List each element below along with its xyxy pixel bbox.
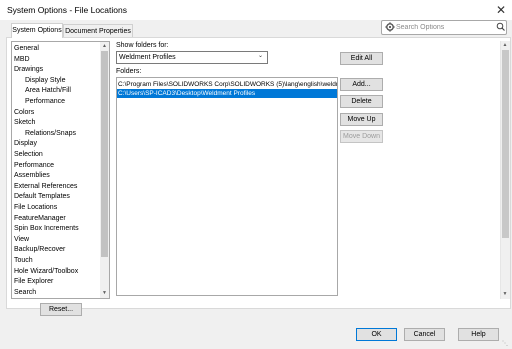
tree-item-area-hatch-fill[interactable]: Area Hatch/Fill [25, 86, 71, 96]
tree-item-search[interactable]: Search [14, 288, 36, 298]
tab-document-properties[interactable]: Document Properties [63, 24, 133, 38]
close-icon[interactable]: ✕ [493, 2, 509, 18]
tree-item-performance[interactable]: Performance [14, 161, 54, 171]
gear-icon[interactable] [385, 22, 395, 32]
tree-item-relations-snaps[interactable]: Relations/Snaps [25, 129, 76, 139]
tree-item-display[interactable]: Display [14, 139, 37, 149]
search-icon[interactable] [496, 21, 506, 33]
tree-item-touch[interactable]: Touch [14, 256, 33, 266]
options-tree[interactable]: General MBD Drawings Display Style Area … [11, 41, 110, 299]
tree-item-mbd[interactable]: MBD [14, 55, 30, 65]
show-folders-label: Show folders for: [116, 42, 169, 49]
tree-item-hole-wizard-toolbox[interactable]: Hole Wizard/Toolbox [14, 267, 78, 277]
folders-list[interactable]: C:\Program Files\SOLIDWORKS Corp\SOLIDWO… [116, 77, 338, 296]
tree-item-sketch[interactable]: Sketch [14, 118, 35, 128]
window-title: System Options - File Locations [7, 5, 127, 15]
tree-item-file-explorer[interactable]: File Explorer [14, 277, 53, 287]
tree-item-assemblies[interactable]: Assemblies [14, 171, 50, 181]
chevron-down-icon[interactable]: ⌄ [258, 52, 263, 59]
tab-system-options[interactable]: System Options [11, 23, 63, 38]
panel-scroll-down-icon[interactable]: ▼ [500, 290, 510, 298]
tree-item-drawings-performance[interactable]: Performance [25, 97, 65, 107]
tree-item-default-templates[interactable]: Default Templates [14, 192, 70, 202]
folder-row-selected[interactable]: C:\Users\SP-ICAD3\Desktop\Weldment Profi… [117, 89, 337, 98]
tree-item-general[interactable]: General [14, 44, 39, 54]
tree-item-spin-box-increments[interactable]: Spin Box Increments [14, 224, 79, 234]
tree-item-featuremanager[interactable]: FeatureManager [14, 214, 66, 224]
move-down-button[interactable]: Move Down [340, 130, 383, 143]
tree-item-display-style[interactable]: Display Style [25, 76, 65, 86]
show-folders-value: Weldment Profiles [119, 54, 176, 61]
tree-scrollbar-thumb[interactable] [101, 51, 108, 257]
folders-label: Folders: [116, 68, 142, 75]
cancel-button[interactable]: Cancel [404, 328, 445, 341]
tree-item-drawings[interactable]: Drawings [14, 65, 43, 75]
tree-item-colors[interactable]: Colors [14, 108, 34, 118]
help-button[interactable]: Help [458, 328, 499, 341]
folder-row[interactable]: C:\Program Files\SOLIDWORKS Corp\SOLIDWO… [117, 80, 337, 89]
tree-item-selection[interactable]: Selection [14, 150, 43, 160]
tree-item-backup-recover[interactable]: Backup/Recover [14, 245, 65, 255]
reset-button[interactable]: Reset... [40, 303, 82, 316]
tree-item-external-references[interactable]: External References [14, 182, 77, 192]
delete-button[interactable]: Delete [340, 95, 383, 108]
resize-grip-icon[interactable]: ⋱ [500, 339, 510, 349]
add-button[interactable]: Add... [340, 78, 383, 91]
tree-item-view[interactable]: View [14, 235, 29, 245]
tree-item-file-locations[interactable]: File Locations [14, 203, 57, 213]
panel-scroll-up-icon[interactable]: ▲ [500, 41, 510, 49]
scroll-down-arrow-icon[interactable]: ▼ [100, 289, 109, 298]
search-input[interactable] [396, 22, 490, 33]
edit-all-button[interactable]: Edit All [340, 52, 383, 65]
scroll-up-arrow-icon[interactable]: ▲ [100, 42, 109, 51]
panel-scrollbar-thumb[interactable] [502, 50, 509, 238]
move-up-button[interactable]: Move Up [340, 113, 383, 126]
ok-button[interactable]: OK [356, 328, 397, 341]
